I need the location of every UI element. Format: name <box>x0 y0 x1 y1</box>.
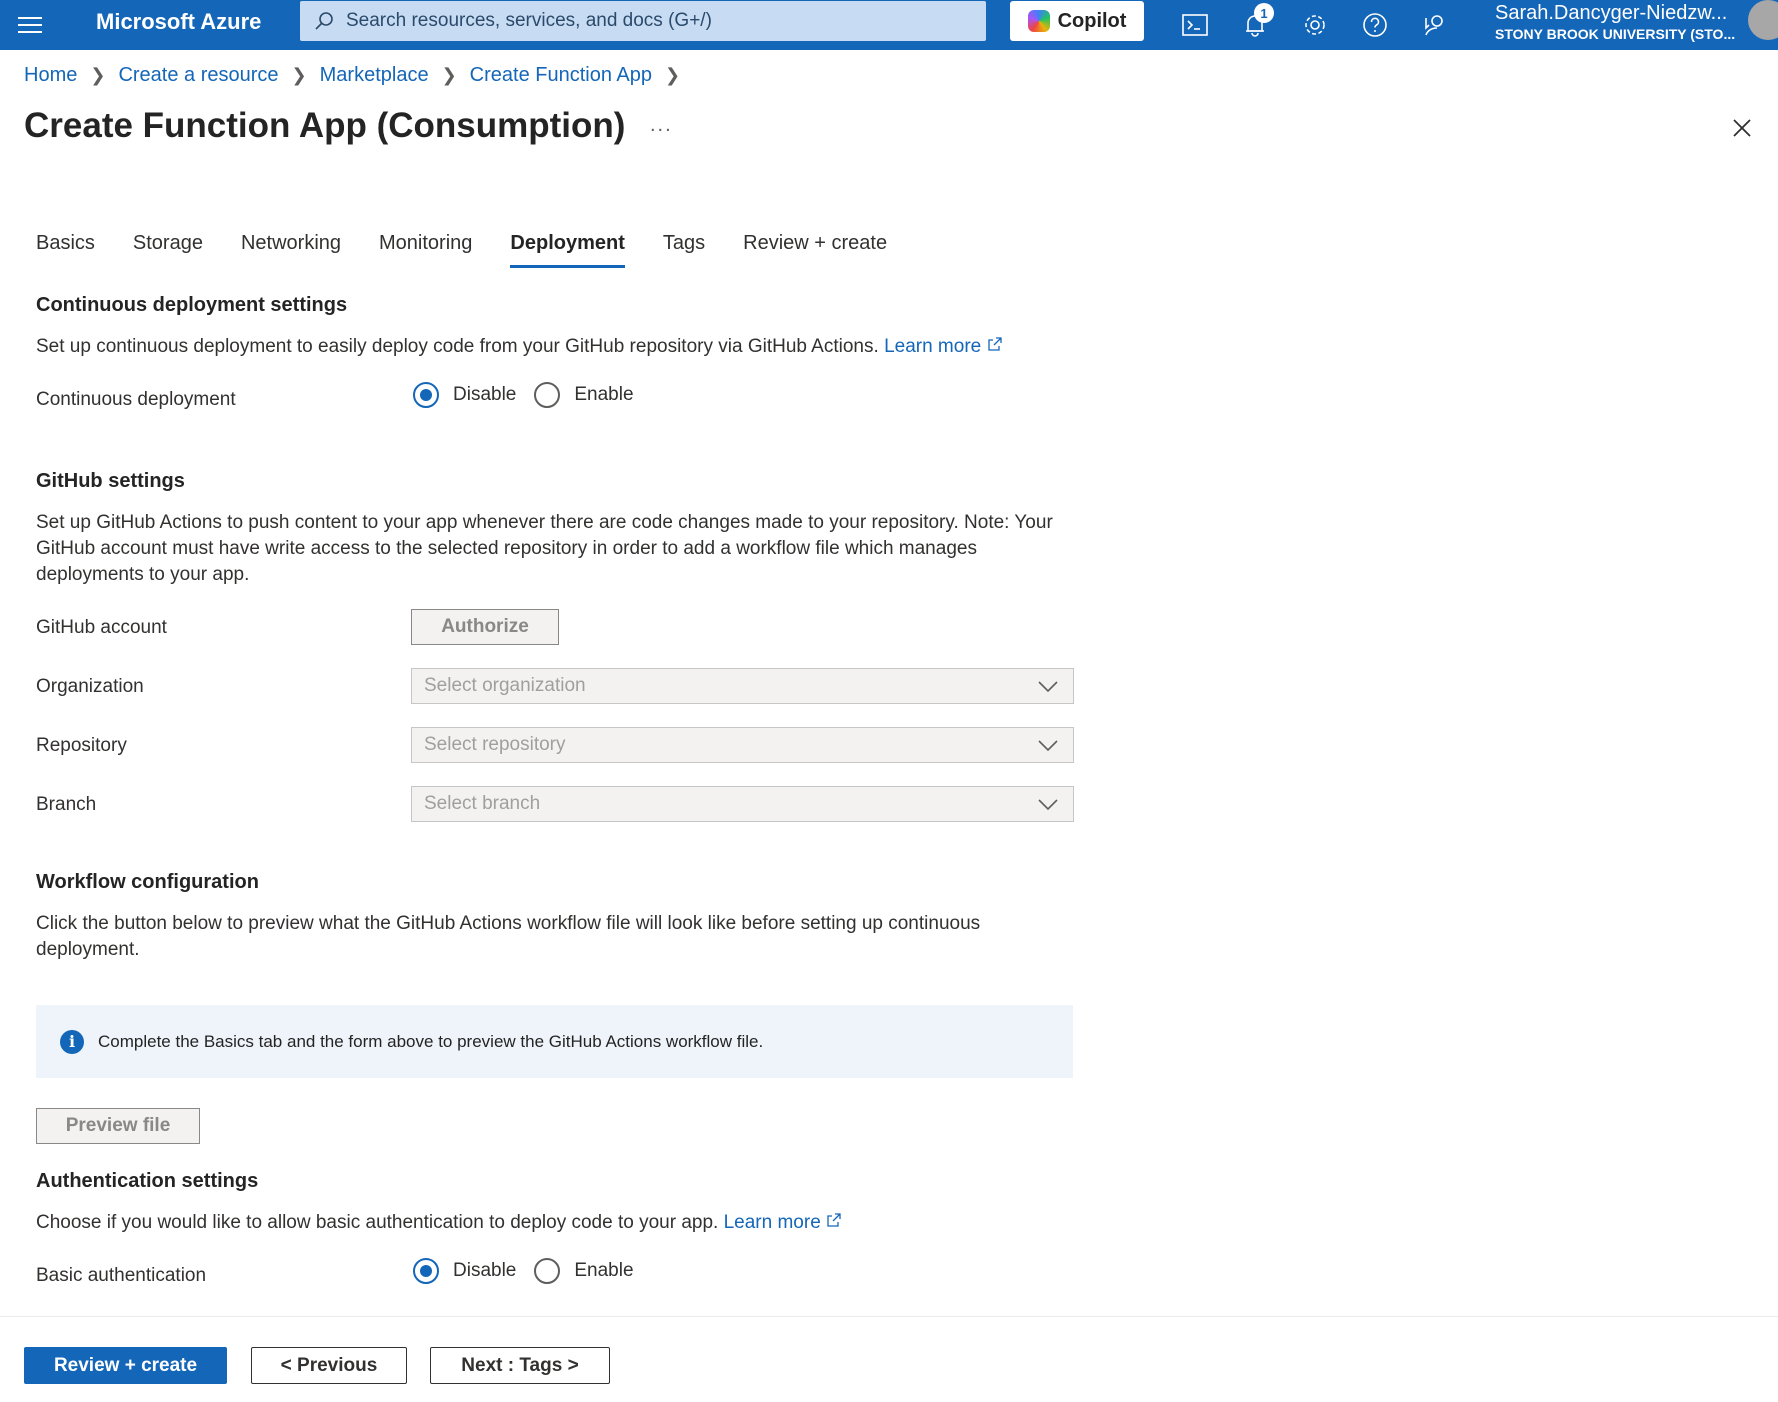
tab-deployment[interactable]: Deployment <box>510 232 625 268</box>
info-message-bar: i Complete the Basics tab and the form a… <box>36 1005 1073 1078</box>
breadcrumb-create-resource[interactable]: Create a resource <box>118 64 278 87</box>
user-name: Sarah.Dancyger-Niedzw... <box>1495 2 1728 24</box>
wizard-footer: Review + create < Previous Next : Tags > <box>0 1316 1778 1402</box>
previous-button[interactable]: < Previous <box>251 1347 407 1384</box>
tab-tags[interactable]: Tags <box>663 232 705 268</box>
branch-label: Branch <box>36 794 97 815</box>
authentication-description: Choose if you would like to allow basic … <box>36 1210 842 1236</box>
chevron-right-icon: ❯ <box>441 65 457 85</box>
learn-more-label: Learn more <box>884 336 982 357</box>
copilot-label: Copilot <box>1057 9 1127 32</box>
tab-storage[interactable]: Storage <box>133 232 203 268</box>
cloud-shell-icon[interactable] <box>1176 6 1214 44</box>
continuous-disable-label[interactable]: Disable <box>453 384 516 406</box>
continuous-description-text: Set up continuous deployment to easily d… <box>36 336 879 357</box>
workflow-configuration-heading: Workflow configuration <box>36 871 259 893</box>
wizard-tabs: Basics Storage Networking Monitoring Dep… <box>36 232 925 268</box>
workflow-description: Click the button below to preview what t… <box>36 913 981 960</box>
user-account-menu[interactable]: Sarah.Dancyger-Niedzw... STONY BROOK UNI… <box>1495 2 1735 42</box>
search-placeholder: Search resources, services, and docs (G+… <box>346 10 712 31</box>
organization-placeholder: Select organization <box>424 675 586 696</box>
github-settings-heading: GitHub settings <box>36 470 185 492</box>
branch-placeholder: Select branch <box>424 793 541 814</box>
chevron-right-icon: ❯ <box>90 65 106 85</box>
settings-gear-icon[interactable] <box>1296 6 1334 44</box>
repository-select[interactable]: Select repository <box>411 727 1074 763</box>
top-navigation-bar: Microsoft Azure Search resources, servic… <box>0 0 1778 50</box>
notification-badge: 1 <box>1254 3 1274 23</box>
external-link-icon <box>987 337 1002 351</box>
auth-description-text: Choose if you would like to allow basic … <box>36 1212 719 1233</box>
chevron-down-icon <box>1038 799 1058 811</box>
chevron-down-icon <box>1038 740 1058 752</box>
copilot-icon <box>1027 10 1050 32</box>
organization-select[interactable]: Select organization <box>411 668 1074 704</box>
tab-networking[interactable]: Networking <box>241 232 341 268</box>
github-account-label: GitHub account <box>36 617 167 638</box>
continuous-enable-radio[interactable] <box>534 382 561 408</box>
notifications-icon[interactable]: 1 <box>1236 3 1274 44</box>
copilot-button[interactable]: Copilot <box>1010 1 1144 41</box>
continuous-disable-radio[interactable] <box>413 382 439 408</box>
page-title: Create Function App (Consumption) <box>24 106 626 145</box>
chevron-down-icon <box>1038 681 1058 693</box>
chevron-right-icon: ❯ <box>291 65 307 85</box>
continuous-enable-label[interactable]: Enable <box>574 384 633 406</box>
auth-disable-radio[interactable] <box>413 1258 439 1284</box>
organization-label: Organization <box>36 676 144 697</box>
next-tags-button[interactable]: Next : Tags > <box>430 1347 610 1384</box>
close-icon[interactable] <box>1728 114 1756 142</box>
brand-title[interactable]: Microsoft Azure <box>96 9 261 35</box>
preview-file-button[interactable]: Preview file <box>36 1108 200 1144</box>
continuous-learn-more-link[interactable]: Learn more <box>884 336 1002 357</box>
breadcrumb-home[interactable]: Home <box>24 64 77 87</box>
authentication-settings-heading: Authentication settings <box>36 1170 259 1192</box>
breadcrumb-marketplace[interactable]: Marketplace <box>320 64 429 87</box>
continuous-deployment-heading: Continuous deployment settings <box>36 294 348 316</box>
repository-label: Repository <box>36 735 127 756</box>
avatar[interactable] <box>1748 0 1778 40</box>
info-icon: i <box>60 1029 84 1054</box>
authorize-button[interactable]: Authorize <box>411 609 559 645</box>
continuous-deployment-description: Set up continuous deployment to easily d… <box>36 334 1003 360</box>
auth-enable-radio[interactable] <box>534 1258 561 1284</box>
learn-more-label: Learn more <box>723 1212 821 1233</box>
tab-basics[interactable]: Basics <box>36 232 95 268</box>
more-options-icon[interactable]: ... <box>650 114 673 137</box>
help-icon[interactable] <box>1356 6 1394 44</box>
review-create-button[interactable]: Review + create <box>24 1347 227 1384</box>
auth-enable-label[interactable]: Enable <box>574 1260 633 1282</box>
breadcrumb-create-function-app[interactable]: Create Function App <box>470 64 652 87</box>
continuous-deployment-label: Continuous deployment <box>36 389 236 410</box>
basic-authentication-radio-group: Disable Enable <box>413 1258 652 1284</box>
basic-authentication-label: Basic authentication <box>36 1265 207 1286</box>
branch-select[interactable]: Select branch <box>411 786 1074 822</box>
external-link-icon <box>827 1213 841 1227</box>
tab-monitoring[interactable]: Monitoring <box>379 232 472 268</box>
github-settings-description: Set up GitHub Actions to push content to… <box>36 512 1053 585</box>
chevron-right-icon: ❯ <box>665 65 681 85</box>
info-message-text: Complete the Basics tab and the form abo… <box>98 1031 764 1051</box>
tab-review-create[interactable]: Review + create <box>743 232 887 268</box>
continuous-deployment-radio-group: Disable Enable <box>413 382 652 408</box>
hamburger-menu-icon[interactable] <box>16 12 44 38</box>
auth-disable-label[interactable]: Disable <box>453 1260 516 1282</box>
user-org: STONY BROOK UNIVERSITY (STO... <box>1495 26 1736 42</box>
feedback-icon[interactable] <box>1416 6 1454 44</box>
repository-placeholder: Select repository <box>424 734 566 755</box>
breadcrumb: Home ❯ Create a resource ❯ Marketplace ❯… <box>24 64 693 87</box>
auth-learn-more-link[interactable]: Learn more <box>724 1212 842 1233</box>
search-icon <box>315 12 333 30</box>
global-search-input[interactable]: Search resources, services, and docs (G+… <box>300 1 986 41</box>
